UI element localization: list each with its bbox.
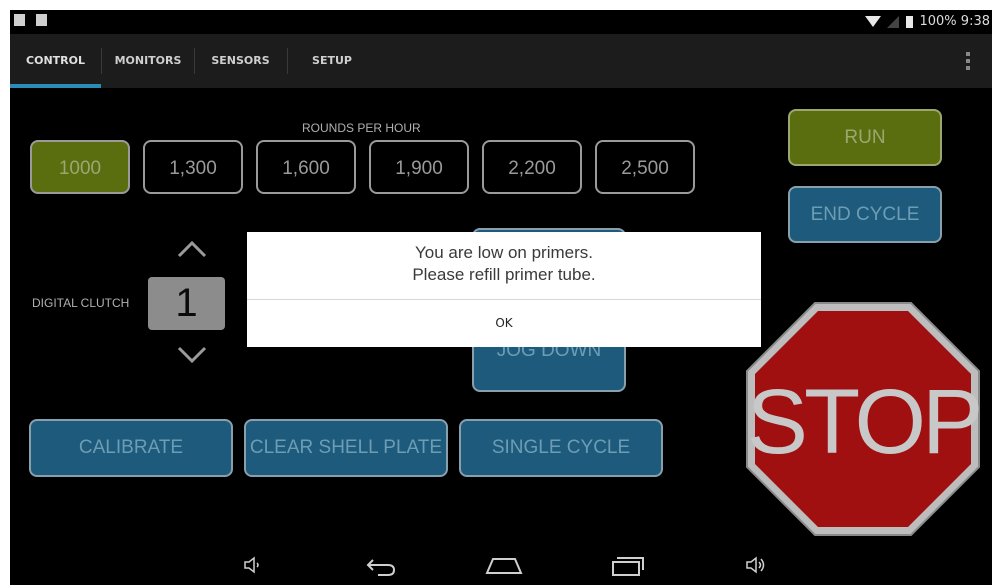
signal-icon bbox=[887, 15, 900, 28]
rph-1900-button[interactable]: 1,900 bbox=[369, 140, 469, 194]
rph-1000-button[interactable]: 1000 bbox=[30, 140, 130, 194]
usb-debug-icon bbox=[14, 14, 25, 26]
home-icon[interactable] bbox=[485, 553, 523, 577]
digital-clutch-label: DIGITAL CLUTCH bbox=[32, 296, 130, 310]
image-icon bbox=[36, 14, 48, 26]
tab-bar: CONTROL MONITORS SENSORS SETUP bbox=[10, 34, 992, 88]
low-primers-dialog: You are low on primers. Please refill pr… bbox=[247, 232, 761, 347]
wifi-icon bbox=[865, 16, 882, 27]
clutch-up-icon[interactable] bbox=[177, 234, 207, 264]
recent-apps-icon[interactable] bbox=[610, 553, 646, 577]
battery-percent: 100% bbox=[919, 14, 957, 29]
rph-2500-button[interactable]: 2,500 bbox=[595, 140, 695, 194]
tab-setup[interactable]: SETUP bbox=[288, 34, 376, 88]
digital-clutch-value: 1 bbox=[148, 277, 225, 330]
calibrate-button[interactable]: CALIBRATE bbox=[29, 419, 233, 477]
run-button[interactable]: RUN bbox=[788, 109, 942, 166]
volume-up-icon[interactable] bbox=[744, 553, 768, 577]
stop-label: STOP bbox=[747, 371, 980, 473]
back-icon[interactable] bbox=[364, 553, 398, 577]
dialog-message-line2: Please refill primer tube. bbox=[412, 265, 596, 284]
tab-sensors[interactable]: SENSORS bbox=[195, 34, 286, 88]
dialog-message-line1: You are low on primers. bbox=[415, 243, 593, 262]
single-cycle-button[interactable]: SINGLE CYCLE bbox=[459, 419, 663, 477]
rph-2200-button[interactable]: 2,200 bbox=[482, 140, 582, 194]
clock: 9:38 bbox=[960, 14, 990, 29]
battery-icon bbox=[906, 15, 914, 28]
tab-monitors[interactable]: MONITORS bbox=[102, 34, 194, 88]
dialog-message: You are low on primers. Please refill pr… bbox=[247, 242, 761, 286]
ok-button[interactable]: OK bbox=[247, 300, 761, 347]
stop-button[interactable]: STOP bbox=[745, 301, 983, 537]
clear-shell-plate-button[interactable]: CLEAR SHELL PLATE bbox=[244, 419, 448, 477]
end-cycle-button[interactable]: END CYCLE bbox=[788, 186, 942, 243]
volume-down-icon[interactable] bbox=[242, 553, 262, 577]
navigation-bar bbox=[10, 545, 992, 585]
status-bar: 100% 9:38 bbox=[10, 10, 992, 34]
rph-1600-button[interactable]: 1,600 bbox=[256, 140, 356, 194]
tab-control[interactable]: CONTROL bbox=[10, 34, 101, 88]
rph-1300-button[interactable]: 1,300 bbox=[143, 140, 243, 194]
rounds-per-hour-label: ROUNDS PER HOUR bbox=[302, 121, 421, 135]
overflow-menu-icon[interactable] bbox=[962, 50, 974, 72]
clutch-down-icon[interactable] bbox=[177, 340, 207, 370]
